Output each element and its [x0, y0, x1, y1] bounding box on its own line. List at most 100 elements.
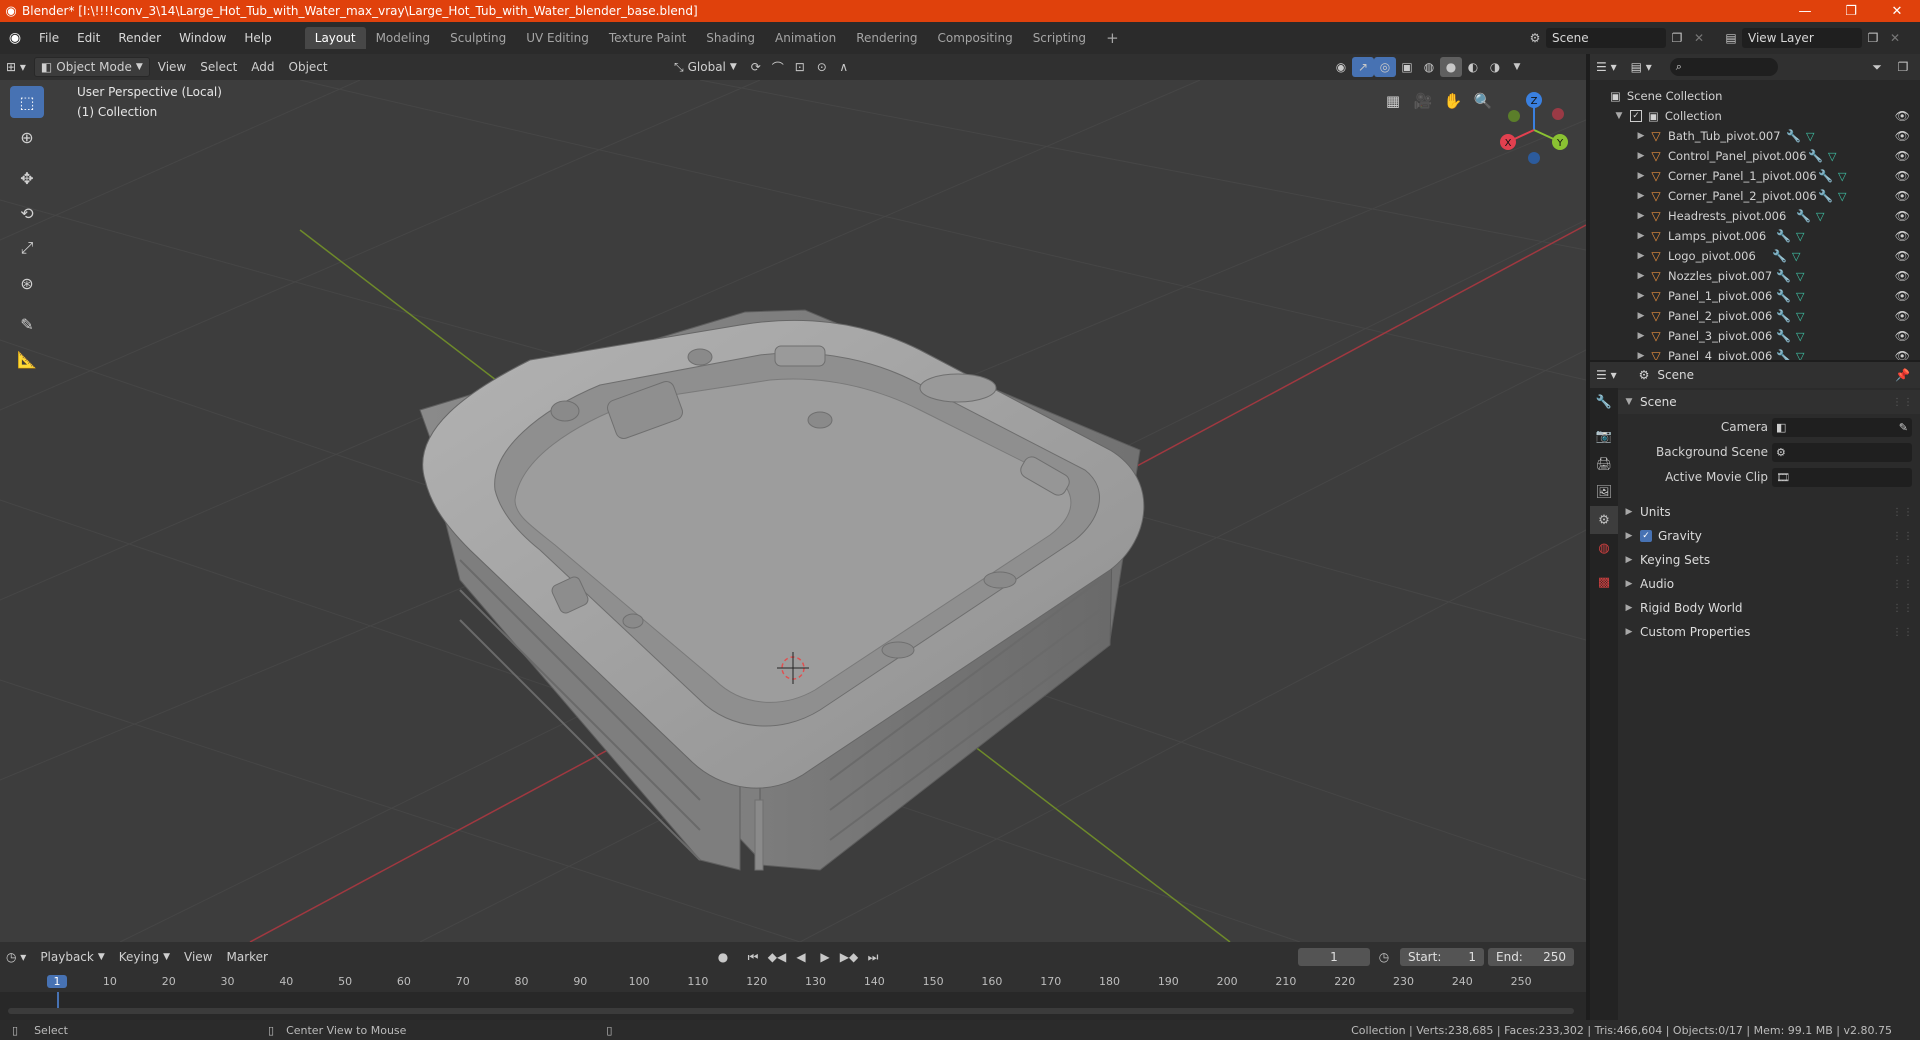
eye-icon[interactable]: 👁 [1895, 289, 1910, 303]
outliner-object-row[interactable]: ▶ ▽ Panel_2_pivot.006 🔧 ▽ 👁 [1590, 306, 1920, 326]
mesh-data-icon[interactable]: ▽ [1838, 190, 1846, 203]
mesh-data-icon[interactable]: ▽ [1796, 270, 1804, 283]
outliner-object-row[interactable]: ▶ ▽ Headrests_pivot.006 🔧 ▽ 👁 [1590, 206, 1920, 226]
material-shading-icon[interactable]: ◐ [1462, 57, 1484, 77]
tab-uv-editing[interactable]: UV Editing [516, 27, 599, 49]
annotate-tool-icon[interactable]: ✎ [10, 308, 44, 340]
drag-handle-icon[interactable]: ⋮⋮ [1892, 579, 1914, 590]
mesh-data-icon[interactable]: ▽ [1792, 250, 1800, 263]
play-reverse-icon[interactable]: ◀ [790, 947, 812, 967]
pan-view-icon[interactable]: ✋ [1440, 88, 1466, 114]
navigation-gizmo[interactable]: Z Y X [1494, 90, 1574, 170]
eye-icon[interactable]: 👁 [1895, 349, 1910, 360]
menu-marker[interactable]: Marker [221, 948, 274, 966]
scene-panel-header[interactable]: ▼ Scene ⋮⋮ [1618, 390, 1920, 414]
menu-select[interactable]: Select [194, 58, 243, 76]
tab-texture-paint[interactable]: Texture Paint [599, 27, 696, 49]
menu-file[interactable]: File [30, 31, 68, 45]
overlays-icon[interactable]: ◎ [1374, 57, 1396, 77]
chevron-right-icon[interactable]: ▶ [1634, 331, 1648, 341]
mesh-data-icon[interactable]: ▽ [1796, 310, 1804, 323]
eye-icon[interactable]: 👁 [1895, 169, 1910, 183]
pivot-point-icon[interactable]: ⟳ [745, 57, 767, 77]
drag-handle-icon[interactable]: ⋮⋮ [1892, 531, 1914, 542]
tab-scripting[interactable]: Scripting [1023, 27, 1096, 49]
start-frame-field[interactable]: Start: 1 [1400, 948, 1484, 966]
end-frame-field[interactable]: End: 250 [1488, 948, 1574, 966]
modifier-wrench-icon[interactable]: 🔧 [1776, 229, 1791, 243]
play-icon[interactable]: ▶ [814, 947, 836, 967]
collection-expand-icon[interactable]: ▼ [1612, 111, 1626, 121]
mode-dropdown[interactable]: ◧ Object Mode ▼ [33, 57, 150, 77]
eye-icon[interactable]: 👁 [1895, 269, 1910, 283]
mesh-data-icon[interactable]: ▽ [1796, 230, 1804, 243]
chevron-right-icon[interactable]: ▶ [1634, 251, 1648, 261]
camera-field[interactable]: ◧ ✎ [1772, 418, 1912, 437]
mesh-data-icon[interactable]: ▽ [1796, 350, 1804, 361]
modifier-wrench-icon[interactable]: 🔧 [1776, 289, 1791, 303]
new-collection-icon[interactable]: ❐ [1892, 57, 1914, 77]
mesh-data-icon[interactable]: ▽ [1828, 150, 1836, 163]
menu-add[interactable]: Add [245, 58, 280, 76]
scene-collection-row[interactable]: ▣ Scene Collection [1590, 86, 1920, 106]
timeline-scrollbar[interactable] [8, 1008, 1574, 1014]
view-layer-tab-icon[interactable]: 🖼 [1590, 478, 1618, 506]
modifier-wrench-icon[interactable]: 🔧 [1776, 269, 1791, 283]
world-tab-icon[interactable]: ◍ [1590, 534, 1618, 562]
drag-handle-icon[interactable]: ⋮⋮ [1892, 627, 1914, 638]
eye-icon[interactable]: 👁 [1895, 229, 1910, 243]
outliner-object-row[interactable]: ▶ ▽ Panel_4_pivot.006 🔧 ▽ 👁 [1590, 346, 1920, 360]
menu-object[interactable]: Object [283, 58, 334, 76]
eye-icon[interactable]: 👁 [1895, 309, 1910, 323]
modifier-wrench-icon[interactable]: 🔧 [1772, 249, 1787, 263]
drag-handle-icon[interactable]: ⋮⋮ [1892, 603, 1914, 614]
chevron-right-icon[interactable]: ▶ [1634, 311, 1648, 321]
drag-handle-icon[interactable]: ⋮⋮ [1892, 555, 1914, 566]
tab-compositing[interactable]: Compositing [927, 27, 1022, 49]
scene-tab-icon[interactable]: ⚙ [1590, 506, 1618, 534]
wireframe-shading-icon[interactable]: ◍ [1418, 57, 1440, 77]
add-workspace-button[interactable]: + [1096, 25, 1129, 51]
chevron-right-icon[interactable]: ▶ [1634, 171, 1648, 181]
menu-help[interactable]: Help [235, 31, 280, 45]
toggle-camera-view-icon[interactable]: ▦ [1380, 88, 1406, 114]
snap-icon[interactable]: ⌒ [767, 57, 789, 77]
eye-icon[interactable]: 👁 [1895, 129, 1910, 143]
chevron-right-icon[interactable]: ▶ [1634, 131, 1648, 141]
pin-icon[interactable]: 📌 [1895, 368, 1910, 382]
solid-shading-icon[interactable]: ● [1440, 57, 1462, 77]
menu-render[interactable]: Render [109, 31, 170, 45]
menu-keying[interactable]: Keying ▼ [113, 948, 176, 966]
rotate-tool-icon[interactable]: ⟲ [10, 197, 44, 229]
viewport-canvas[interactable] [0, 80, 1586, 942]
modifier-wrench-icon[interactable]: 🔧 [1818, 189, 1833, 203]
current-frame-field[interactable]: 1 [1298, 948, 1370, 966]
falloff-icon[interactable]: ∧ [833, 57, 855, 77]
move-tool-icon[interactable]: ✥ [10, 162, 44, 194]
snap-target-icon[interactable]: ⊡ [789, 57, 811, 77]
eye-icon[interactable]: 👁 [1895, 249, 1910, 263]
view-layer-icon[interactable]: ▤ [1720, 28, 1742, 48]
chevron-right-icon[interactable]: ▶ [1634, 191, 1648, 201]
mesh-data-icon[interactable]: ▽ [1796, 330, 1804, 343]
mesh-data-icon[interactable]: ▽ [1838, 170, 1846, 183]
scene-selector[interactable]: Scene [1546, 28, 1666, 48]
eye-icon[interactable]: 👁 [1895, 149, 1910, 163]
delete-view-layer-icon[interactable]: ✕ [1884, 28, 1906, 48]
gizmo-icon[interactable]: ↗ [1352, 57, 1374, 77]
gravity-checkbox[interactable]: ✓ [1640, 530, 1652, 542]
collection-eye-icon[interactable]: 👁 [1895, 109, 1910, 123]
chevron-right-icon[interactable]: ▶ [1634, 231, 1648, 241]
jump-end-icon[interactable]: ⏭ [862, 947, 884, 967]
outliner-object-row[interactable]: ▶ ▽ Panel_3_pivot.006 🔧 ▽ 👁 [1590, 326, 1920, 346]
eye-icon[interactable]: 👁 [1895, 329, 1910, 343]
close-window-button[interactable]: ✕ [1874, 0, 1920, 22]
new-scene-icon[interactable]: ❐ [1666, 28, 1688, 48]
tab-rendering[interactable]: Rendering [846, 27, 927, 49]
measure-tool-icon[interactable]: 📐 [10, 343, 44, 375]
eyedropper-icon[interactable]: ✎ [1899, 421, 1908, 434]
drag-handle-icon[interactable]: ⋮⋮ [1892, 507, 1914, 518]
render-tab-icon[interactable]: 📷 [1590, 422, 1618, 450]
proportional-edit-icon[interactable]: ⊙ [811, 57, 833, 77]
jump-keyframe-back-icon[interactable]: ◆◀ [766, 947, 788, 967]
